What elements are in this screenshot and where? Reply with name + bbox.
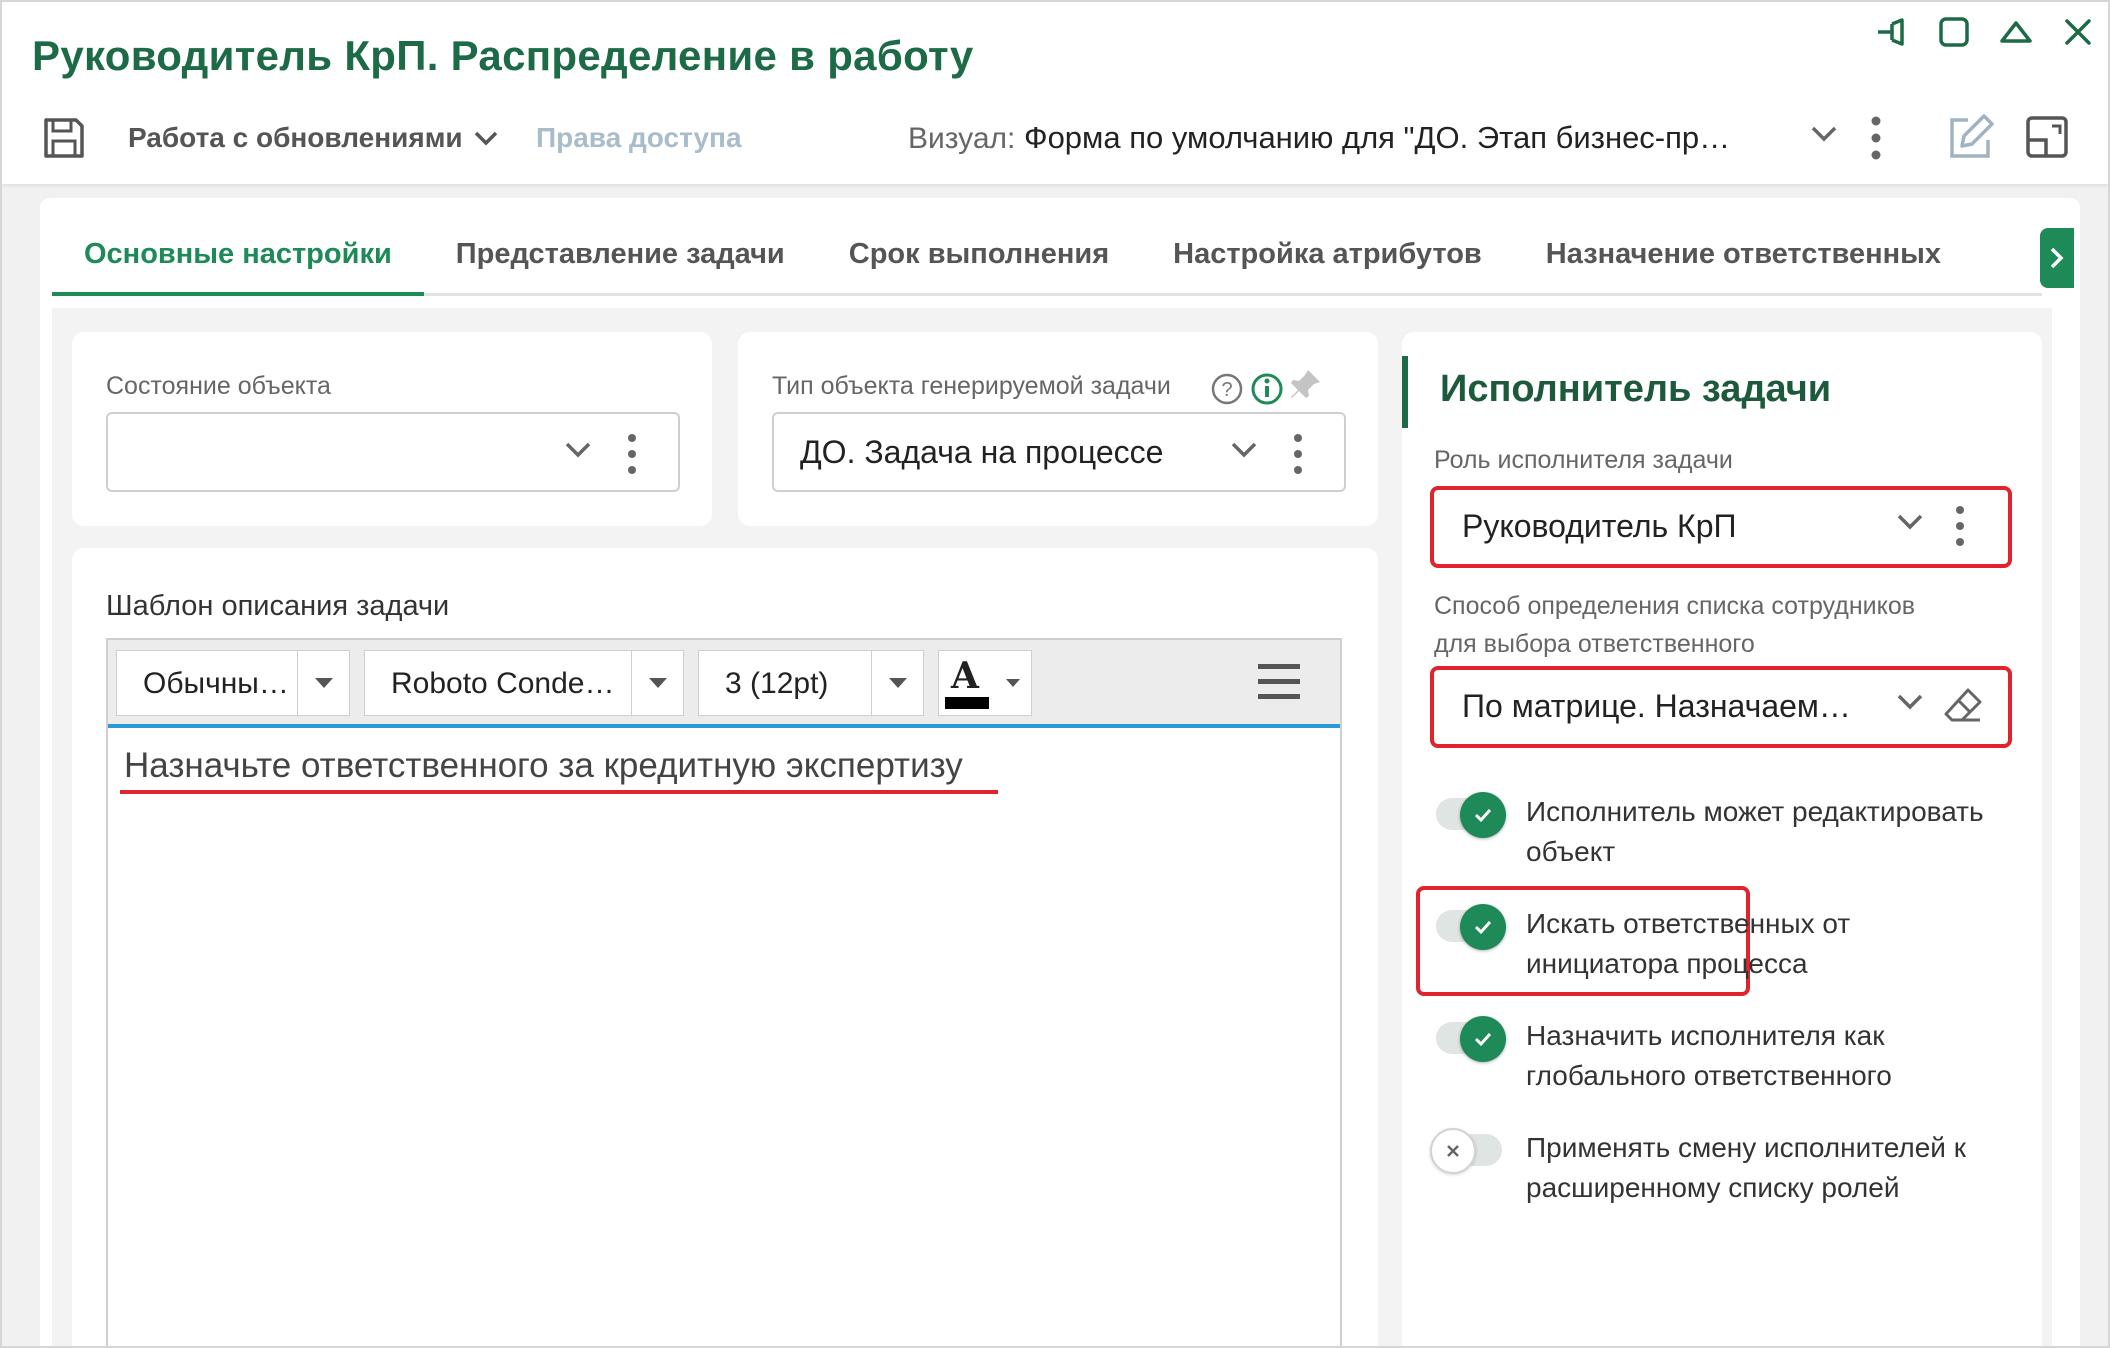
save-icon[interactable] [40, 114, 88, 162]
toggle-label-line2: глобального ответственного [1526, 1060, 1892, 1091]
font-size-dropdown[interactable]: 3 (12pt) [698, 650, 924, 716]
svg-text:?: ? [1221, 379, 1232, 401]
font-color-button[interactable]: A [938, 650, 1032, 716]
executor-card: Исполнитель задачи Роль исполнителя зада… [1402, 332, 2042, 1346]
paragraph-style-dropdown[interactable]: Обычны… [116, 650, 350, 716]
editor-content[interactable]: Назначьте ответственного за кредитную эк… [124, 746, 963, 786]
toggle-label-line2: объект [1526, 836, 1616, 867]
toggle-label-line1: Назначить исполнителя как [1526, 1020, 1885, 1051]
role-label: Роль исполнителя задачи [1434, 446, 1733, 474]
font-family-value: Roboto Conde… [391, 667, 615, 700]
check-icon [1460, 904, 1506, 950]
page-title: Руководитель КрП. Распределение в работу [32, 32, 974, 79]
chevron-down-icon [564, 440, 592, 465]
tab-assignees[interactable]: Назначение ответственных [1514, 224, 1973, 296]
tab-bar: Основные настройки Представление задачи … [52, 224, 2042, 296]
maximize-icon[interactable] [1934, 12, 1974, 52]
more-options-icon[interactable] [1292, 432, 1304, 481]
task-object-type-label: Тип объекта генерируемой задачи [772, 372, 1171, 400]
toggle-label: Искать ответственных от инициатора проце… [1526, 904, 2026, 984]
chevron-down-icon [1896, 692, 1924, 717]
x-icon [1430, 1128, 1476, 1174]
section-accent-bar [1402, 356, 1408, 428]
toolbar: Работа с обновлениями Права доступа Визу… [2, 110, 2108, 166]
font-size-value: 3 (12pt) [725, 667, 829, 700]
highlight-underline [120, 790, 998, 794]
toggle-label-line1: Искать ответственных от [1526, 908, 1851, 939]
toggle-label-line2: инициатора процесса [1526, 948, 1808, 979]
more-options-icon[interactable] [1954, 504, 1966, 553]
app-window: Руководитель КрП. Распределение в работу… [0, 0, 2110, 1348]
chevron-down-icon [474, 131, 497, 146]
tab-attributes[interactable]: Настройка атрибутов [1141, 224, 1514, 296]
task-object-type-card: Тип объекта генерируемой задачи ? ДО. За… [738, 332, 1378, 526]
method-select[interactable]: По матрице. Назначаем… [1436, 670, 2006, 744]
tab-task-view[interactable]: Представление задачи [424, 224, 817, 296]
eraser-icon[interactable] [1942, 684, 1986, 733]
dropdown-arrow-icon [995, 651, 1031, 715]
check-icon [1460, 792, 1506, 838]
chevron-down-icon [1896, 512, 1924, 537]
window-controls [1872, 12, 2098, 52]
close-icon[interactable] [2058, 12, 2098, 52]
template-label: Шаблон описания задачи [106, 590, 450, 622]
hamburger-menu-icon[interactable] [1256, 660, 1302, 709]
more-options-icon[interactable] [1870, 114, 1882, 167]
object-state-select[interactable] [106, 412, 680, 492]
layout-icon[interactable] [2024, 114, 2070, 165]
tab-due-date[interactable]: Срок выполнения [817, 224, 1141, 296]
pin-icon[interactable] [1288, 366, 1324, 407]
role-select[interactable]: Руководитель КрП [1436, 490, 2006, 564]
tab-main-settings[interactable]: Основные настройки [52, 224, 424, 296]
collapse-up-icon[interactable] [1996, 12, 2036, 52]
role-value: Руководитель КрП [1462, 508, 1737, 544]
font-family-dropdown[interactable]: Roboto Conde… [364, 650, 684, 716]
executor-title: Исполнитель задачи [1440, 368, 1832, 410]
task-object-type-select[interactable]: ДО. Задача на процессе [772, 412, 1346, 492]
object-state-label: Состояние объекта [106, 372, 331, 400]
edit-form-icon[interactable] [1946, 112, 1996, 167]
editor-toolbar: Обычны… Roboto Conde… 3 (12pt) A [108, 640, 1340, 728]
updates-menu-label: Работа с обновлениями [128, 122, 463, 153]
task-object-type-value: ДО. Задача на процессе [800, 434, 1164, 470]
font-color-swatch [945, 697, 989, 709]
content-area: Состояние объекта Тип объекта генерируем… [52, 308, 2052, 1346]
main-card: Основные настройки Представление задачи … [40, 198, 2080, 1346]
toggle-switch[interactable] [1432, 904, 1506, 950]
tabs-scroll-right-icon[interactable] [2040, 228, 2074, 288]
updates-menu-button[interactable]: Работа с обновлениями [128, 122, 499, 154]
toggle-label-line1: Применять смену исполнителей к [1526, 1132, 1966, 1163]
info-icon[interactable] [1250, 372, 1284, 411]
pin-window-icon[interactable] [1872, 12, 1912, 52]
toggle-label: Применять смену исполнителей к расширенн… [1526, 1128, 2026, 1208]
font-color-glyph: A [951, 655, 979, 697]
check-icon [1460, 1016, 1506, 1062]
header: Руководитель КрП. Распределение в работу… [2, 2, 2108, 184]
visual-selector[interactable]: Визуал: Форма по умолчанию для "ДО. Этап… [908, 120, 1730, 156]
visual-dropdown-chevron-icon[interactable] [1810, 124, 1838, 149]
visual-value: Форма по умолчанию для "ДО. Этап бизнес-… [1024, 120, 1731, 155]
toggle-switch[interactable] [1432, 792, 1506, 838]
paragraph-style-value: Обычны… [143, 667, 289, 700]
toggle-label: Назначить исполнителя как глобального от… [1526, 1016, 2026, 1096]
dropdown-arrow-icon [297, 651, 349, 715]
access-rights-link[interactable]: Права доступа [536, 122, 742, 154]
more-options-icon[interactable] [626, 432, 638, 481]
method-label-line2: для выбора ответственного [1434, 630, 1755, 658]
object-state-card: Состояние объекта [72, 332, 712, 526]
toggle-label-line1: Исполнитель может редактировать [1526, 796, 1984, 827]
help-icon[interactable]: ? [1210, 372, 1244, 411]
toggle-switch[interactable] [1432, 1016, 1506, 1062]
visual-label: Визуал: [908, 122, 1016, 155]
method-label-line1: Способ определения списка сотрудников [1434, 592, 1916, 620]
rich-text-editor: Обычны… Roboto Conde… 3 (12pt) A Назначь… [106, 638, 1342, 1346]
template-card: Шаблон описания задачи Обычны… Roboto Co… [72, 548, 1378, 1346]
toggle-label-line2: расширенному списку ролей [1526, 1172, 1900, 1203]
chevron-down-icon [1230, 440, 1258, 465]
method-value: По матрице. Назначаем… [1462, 688, 1851, 724]
dropdown-arrow-icon [631, 651, 683, 715]
dropdown-arrow-icon [871, 651, 923, 715]
toggle-switch[interactable] [1430, 1128, 1506, 1174]
toggle-label: Исполнитель может редактировать объект [1526, 792, 2026, 872]
